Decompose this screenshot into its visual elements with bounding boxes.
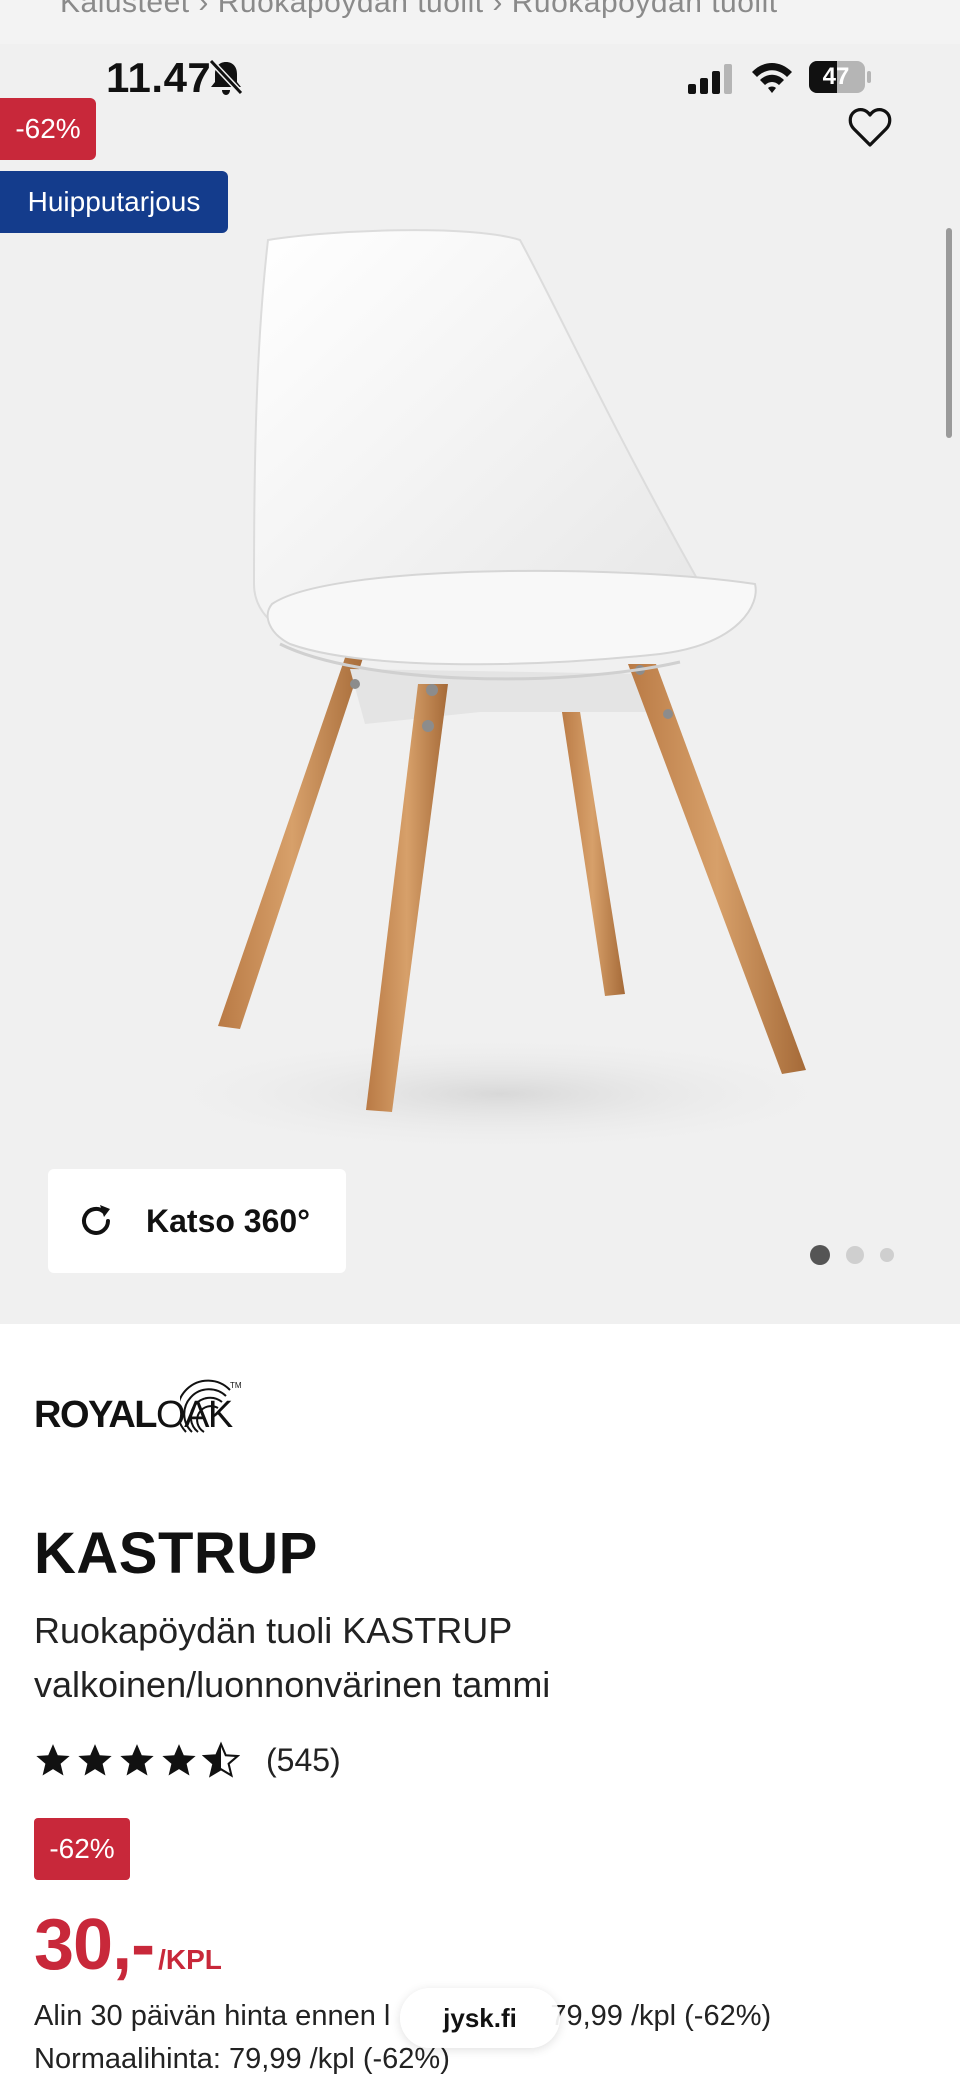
star-half-icon <box>202 1741 240 1778</box>
wifi-icon <box>752 63 792 93</box>
carousel-indicator[interactable] <box>810 1245 910 1265</box>
product-image <box>140 229 860 1154</box>
brand-logo[interactable]: ROYALOAK TM <box>34 1378 244 1440</box>
scrollbar[interactable] <box>946 228 952 438</box>
product-description: Ruokapöydän tuoli KASTRUP valkoinen/luon… <box>34 1610 551 1705</box>
battery-level: 47 <box>822 63 850 90</box>
heart-outline-icon[interactable] <box>846 104 894 152</box>
discount-badge: -62% <box>0 98 96 160</box>
bell-slash-icon <box>208 58 244 96</box>
normal-price: Normaalihinta: 79,99 /kpl (-62%) <box>34 2043 450 2075</box>
star-full-icon <box>120 1744 154 1776</box>
carousel-dot[interactable] <box>846 1246 864 1264</box>
price-unit: /KPL <box>158 1944 222 1975</box>
signal-icon <box>688 64 732 94</box>
star-full-icon <box>36 1744 70 1776</box>
view-360-button[interactable]: Katso 360° <box>48 1169 346 1273</box>
brand-arc-icon: TM <box>180 1379 242 1433</box>
breadcrumb[interactable]: Kalusteet › Ruokapöydän tuolit › Ruokapö… <box>60 0 778 20</box>
deal-badge: Huipputarjous <box>0 171 228 233</box>
price-discount-badge: -62% <box>34 1818 130 1880</box>
review-count[interactable]: (545) <box>266 1742 341 1779</box>
rating[interactable]: (545) <box>34 1732 341 1788</box>
product-name: KASTRUP <box>34 1521 318 1586</box>
view-360-label: Katso 360° <box>146 1202 310 1239</box>
breadcrumb-strip: Kalusteet › Ruokapöydän tuolit › Ruokapö… <box>0 0 960 44</box>
star-full-icon <box>78 1744 112 1776</box>
browser-url-pill[interactable]: jysk.fi <box>400 1988 560 2048</box>
carousel-dot[interactable] <box>880 1248 894 1262</box>
product-image-gallery[interactable] <box>0 44 960 1324</box>
price: 30,- /KPL <box>34 1904 222 1986</box>
battery-icon: 47 <box>808 60 872 94</box>
rotate-icon <box>82 1205 110 1235</box>
star-full-icon <box>162 1744 196 1776</box>
status-time: 11.47 <box>106 54 212 101</box>
carousel-dot[interactable] <box>810 1245 830 1265</box>
rating-stars <box>34 1741 244 1779</box>
price-value: 30,- <box>34 1905 155 1985</box>
svg-text:TM: TM <box>230 1381 242 1390</box>
status-bar: 11.47 47 <box>0 44 960 110</box>
